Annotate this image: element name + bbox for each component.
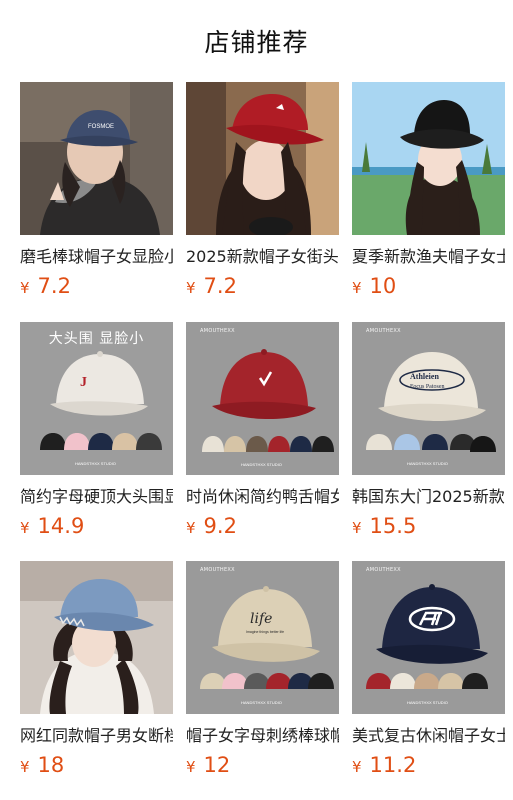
- svg-text:Imagine things better life: Imagine things better life: [246, 630, 284, 634]
- brand-label: AMOUTHEXX: [366, 328, 401, 334]
- product-card[interactable]: J HANDSTHXX STUDIO 大头围 显脸小 简约字母硬顶大头围显 ¥ …: [20, 322, 173, 538]
- page-header: 店铺推荐: [0, 0, 513, 82]
- price-value: 12: [203, 753, 231, 777]
- currency-symbol: ¥: [20, 519, 30, 537]
- price-value: 10: [369, 274, 397, 298]
- cream-cap-product-icon[interactable]: Athleien Focus Patosen HANDSTHXX STUDIO …: [352, 322, 505, 475]
- svg-text:FOSMOE: FOSMOE: [88, 124, 114, 130]
- product-card[interactable]: HANDSTHXX STUDIO AMOUTHEXX 时尚休闲简约鸭舌帽女 ¥ …: [186, 322, 339, 538]
- white-cap-product-icon[interactable]: J HANDSTHXX STUDIO 大头围 显脸小: [20, 322, 173, 475]
- currency-symbol: ¥: [352, 758, 362, 776]
- product-price: ¥ 7.2: [186, 274, 339, 298]
- product-card[interactable]: HANDSTHXX STUDIO AMOUTHEXX 美式复古休闲帽子女士 ¥ …: [352, 561, 505, 777]
- product-title[interactable]: 简约字母硬顶大头围显: [20, 486, 173, 508]
- product-card[interactable]: life Imagine things better life HANDSTHX…: [186, 561, 339, 777]
- cap-print-text-1: Athleien: [410, 372, 439, 381]
- brand-label: AMOUTHEXX: [200, 567, 235, 573]
- product-title[interactable]: 网红同款帽子男女断档: [20, 725, 173, 747]
- price-value: 7.2: [37, 274, 71, 298]
- product-card[interactable]: FOSMOE 磨毛棒球帽子女显脸小 ¥ 7.2: [20, 82, 173, 298]
- promo-banner-text: 大头围 显脸小: [48, 331, 145, 347]
- navy-logo-cap-product-icon[interactable]: HANDSTHXX STUDIO AMOUTHEXX: [352, 561, 505, 714]
- product-title[interactable]: 夏季新款渔夫帽子女士: [352, 246, 505, 268]
- product-title[interactable]: 时尚休闲简约鸭舌帽女: [186, 486, 339, 508]
- product-card[interactable]: 夏季新款渔夫帽子女士 ¥ 10: [352, 82, 505, 298]
- price-value: 14.9: [37, 514, 85, 538]
- currency-symbol: ¥: [186, 279, 196, 297]
- svg-text:HANDSTHXX STUDIO: HANDSTHXX STUDIO: [407, 461, 448, 466]
- product-title[interactable]: 磨毛棒球帽子女显脸小: [20, 246, 173, 268]
- brand-label: AMOUTHEXX: [366, 567, 401, 573]
- svg-text:HANDSTHXX STUDIO: HANDSTHXX STUDIO: [407, 700, 448, 705]
- red-cap-photo-icon[interactable]: [186, 82, 339, 235]
- product-price: ¥ 7.2: [20, 274, 173, 298]
- product-card[interactable]: 2025新款帽子女街头 ¥ 7.2: [186, 82, 339, 298]
- cap-print-text-2: Focus Patosen: [410, 384, 445, 390]
- price-value: 11.2: [369, 753, 417, 777]
- product-title[interactable]: 2025新款帽子女街头: [186, 246, 339, 268]
- price-value: 9.2: [203, 514, 237, 538]
- black-bucket-hat-photo-icon[interactable]: [352, 82, 505, 235]
- svg-text:HANDSTHXX STUDIO: HANDSTHXX STUDIO: [241, 700, 282, 705]
- brand-label: AMOUTHEXX: [200, 328, 235, 334]
- price-value: 18: [37, 753, 65, 777]
- product-price: ¥ 14.9: [20, 514, 173, 538]
- product-card[interactable]: 网红同款帽子男女断档 ¥ 18: [20, 561, 173, 777]
- price-value: 7.2: [203, 274, 237, 298]
- product-price: ¥ 12: [186, 753, 339, 777]
- product-price: ¥ 9.2: [186, 514, 339, 538]
- product-title[interactable]: 美式复古休闲帽子女士: [352, 725, 505, 747]
- product-price: ¥ 15.5: [352, 514, 505, 538]
- beige-cap-product-icon[interactable]: life Imagine things better life HANDSTHX…: [186, 561, 339, 714]
- currency-symbol: ¥: [352, 519, 362, 537]
- denim-cap-photo-icon[interactable]: [20, 561, 173, 714]
- product-title[interactable]: 韩国东大门2025新款: [352, 486, 505, 508]
- currency-symbol: ¥: [20, 279, 30, 297]
- product-price: ¥ 11.2: [352, 753, 505, 777]
- product-price: ¥ 18: [20, 753, 173, 777]
- product-price: ¥ 10: [352, 274, 505, 298]
- cap-print-text-1: life: [250, 611, 272, 627]
- price-value: 15.5: [369, 514, 417, 538]
- burgundy-cap-product-icon[interactable]: HANDSTHXX STUDIO AMOUTHEXX: [186, 322, 339, 475]
- navy-cap-photo-icon[interactable]: FOSMOE: [20, 82, 173, 235]
- page-title: 店铺推荐: [204, 28, 309, 57]
- svg-text:HANDSTHXX STUDIO: HANDSTHXX STUDIO: [75, 461, 116, 466]
- currency-symbol: ¥: [186, 519, 196, 537]
- svg-text:J: J: [80, 375, 87, 390]
- currency-symbol: ¥: [20, 758, 30, 776]
- svg-text:HANDSTHXX STUDIO: HANDSTHXX STUDIO: [241, 462, 282, 467]
- currency-symbol: ¥: [186, 758, 196, 776]
- product-card[interactable]: Athleien Focus Patosen HANDSTHXX STUDIO …: [352, 322, 505, 538]
- currency-symbol: ¥: [352, 279, 362, 297]
- product-title[interactable]: 帽子女字母刺绣棒球帽: [186, 725, 339, 747]
